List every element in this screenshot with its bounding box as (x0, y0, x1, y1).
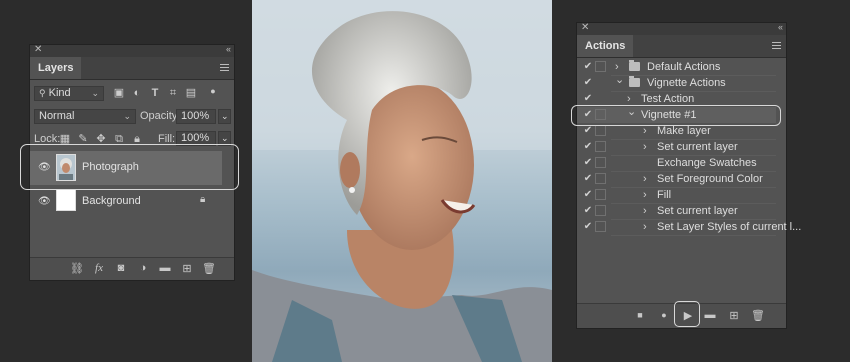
chevron-down-icon[interactable]: ⌄ (615, 72, 624, 88)
action-step-set-current-layer[interactable]: ✔ › Set current layer (577, 139, 786, 155)
action-label: Set Foreground Color (657, 173, 763, 185)
actions-panel-titlebar[interactable]: ✕ ‹‹ (577, 22, 786, 35)
folder-icon (629, 60, 640, 71)
filter-toggle-icon[interactable]: ● (206, 84, 220, 98)
action-step-set-layer-styles[interactable]: ✔ › Set Layer Styles of current l... (577, 219, 801, 235)
collapse-icon[interactable]: ‹‹ (226, 44, 231, 54)
type-filter-icon[interactable]: T (148, 86, 162, 100)
visibility-eye-icon[interactable]: 👁︎ (38, 196, 51, 207)
dialog-toggle-box[interactable] (595, 61, 606, 72)
action-label: Fill (657, 189, 672, 201)
folder-icon (629, 76, 640, 87)
folder-icon[interactable]: ▬ (158, 262, 172, 274)
chevron-right-icon[interactable]: › (643, 171, 647, 187)
action-set-vignette-actions[interactable]: ✔ ⌄ Vignette Actions (577, 72, 786, 91)
filter-kind-select[interactable]: ⚲ Kind ⌄ (34, 86, 104, 101)
action-label: Exchange Swatches (657, 157, 757, 169)
action-label: Set current layer (657, 205, 738, 217)
play-highlight-ring (674, 301, 700, 327)
opacity-dropdown[interactable]: ⌄ (218, 109, 231, 124)
action-label: Vignette Actions (647, 77, 726, 89)
checkmark-icon[interactable]: ✔ (581, 139, 595, 155)
dialog-toggle-box[interactable] (595, 125, 606, 136)
panel-menu-icon[interactable] (772, 42, 781, 49)
checkmark-icon[interactable]: ✔ (581, 75, 595, 91)
checkmark-icon[interactable]: ✔ (581, 219, 595, 235)
action-label: Set current layer (657, 141, 738, 153)
close-icon[interactable]: ✕ (581, 22, 589, 33)
checkmark-icon[interactable]: ✔ (581, 203, 595, 219)
layer-thumbnail (56, 189, 76, 211)
folder-icon[interactable]: ▬ (703, 309, 717, 321)
opacity-field[interactable]: 100% (176, 109, 216, 124)
opacity-label: Opacity: (140, 110, 181, 122)
pixel-filter-icon[interactable]: ▣ (112, 86, 126, 100)
dialog-toggle-box[interactable] (595, 221, 606, 232)
layers-tab-row: Layers (30, 57, 234, 80)
dialog-toggle-box[interactable] (595, 141, 606, 152)
opacity-value: 100% (181, 110, 210, 122)
portrait-image (252, 0, 552, 362)
trash-icon[interactable]: 🗑︎ (751, 309, 765, 322)
adjustment-filter-icon[interactable]: ◐ (130, 86, 144, 100)
checkmark-icon[interactable]: ✔ (581, 59, 595, 75)
selection-highlight-ring (20, 144, 239, 190)
layers-footer: ⛓︎ fx ◙ ◑ ▬ ⊞ 🗑︎ (30, 257, 234, 280)
dialog-toggle-box[interactable] (595, 189, 606, 200)
blend-mode-value: Normal (39, 110, 75, 122)
chevron-right-icon[interactable]: › (643, 203, 647, 219)
fx-icon[interactable]: fx (92, 262, 106, 274)
smart-object-filter-icon[interactable]: ▤ (184, 86, 198, 100)
trash-icon[interactable]: 🗑︎ (202, 262, 216, 275)
mask-icon[interactable]: ◙ (114, 262, 128, 274)
record-icon[interactable]: ● (657, 310, 671, 320)
close-icon[interactable]: ✕ (34, 44, 42, 55)
chevron-down-icon: ⌄ (123, 111, 131, 121)
chevron-down-icon: ⌄ (91, 88, 99, 98)
chevron-right-icon[interactable]: › (643, 139, 647, 155)
layers-panel: ✕ ‹‹ Layers ⚲ Kind ⌄ ▣ ◐ T ⌗ ▤ ● Normal … (20, 44, 239, 281)
chevron-down-icon: ⌄ (221, 111, 229, 121)
new-layer-icon[interactable]: ⊞ (180, 262, 194, 275)
chevron-right-icon[interactable]: › (643, 187, 647, 203)
action-set-default-actions[interactable]: ✔ › Default Actions (577, 59, 786, 75)
action-label: Set Layer Styles of current l... (657, 221, 802, 233)
row-divider (611, 235, 776, 236)
dialog-toggle-box[interactable] (595, 205, 606, 216)
vignette-highlight-ring (571, 105, 781, 126)
blend-mode-select[interactable]: Normal ⌄ (34, 109, 136, 124)
panel-menu-icon[interactable] (220, 64, 229, 71)
shape-filter-icon[interactable]: ⌗ (166, 86, 180, 100)
layers-panel-titlebar[interactable]: ✕ ‹‹ (30, 44, 234, 57)
dialog-toggle-box[interactable] (595, 173, 606, 184)
chevron-down-icon: ⌄ (221, 133, 229, 143)
action-step-set-current-layer[interactable]: ✔ › Set current layer (577, 203, 786, 219)
fill-value: 100% (181, 132, 210, 144)
chevron-right-icon[interactable]: › (643, 219, 647, 235)
link-icon[interactable]: ⛓︎ (70, 262, 84, 275)
lock-icon: 🔒︎ (200, 194, 206, 205)
collapse-icon[interactable]: ‹‹ (778, 22, 783, 32)
tab-layers[interactable]: Layers (30, 57, 82, 79)
dialog-toggle-box[interactable] (595, 157, 606, 168)
checkmark-icon[interactable]: ✔ (581, 155, 595, 171)
action-label: Default Actions (647, 61, 721, 73)
stop-icon[interactable]: ■ (633, 310, 647, 320)
action-step-set-foreground-color[interactable]: ✔ › Set Foreground Color (577, 171, 786, 187)
adjustment-icon[interactable]: ◑ (136, 262, 150, 274)
tab-actions[interactable]: Actions (577, 35, 634, 57)
search-icon: ⚲ (39, 88, 46, 98)
actions-panel: ✕ ‹‹ Actions ✔ › Default Actions ✔ ⌄ Vig… (571, 22, 801, 329)
layer-name: Background (82, 195, 141, 207)
new-action-icon[interactable]: ⊞ (727, 309, 741, 322)
action-step-fill[interactable]: ✔ › Fill (577, 187, 786, 203)
actions-tab-row: Actions (577, 35, 786, 58)
layer-row-background[interactable]: 👁︎ Background 🔒︎ (30, 185, 234, 219)
filter-kind-value: Kind (48, 87, 71, 99)
checkmark-icon[interactable]: ✔ (581, 187, 595, 203)
photograph-canvas (252, 0, 552, 362)
action-step-exchange-swatches[interactable]: ✔ Exchange Swatches (577, 155, 786, 171)
checkmark-icon[interactable]: ✔ (581, 171, 595, 187)
